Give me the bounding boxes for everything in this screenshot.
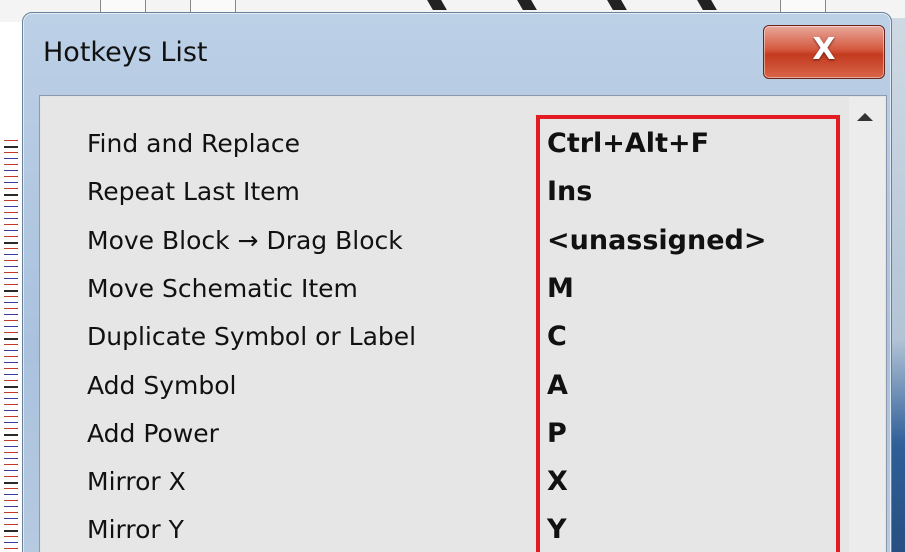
background-tick <box>4 464 18 465</box>
background-tick <box>4 164 18 165</box>
screen: Hotkeys List X Find and Replace Ctrl+Alt+… <box>0 0 905 552</box>
background-schematic-mark <box>607 0 627 10</box>
background-tick <box>4 362 18 363</box>
background-tick <box>4 254 18 255</box>
background-tick <box>4 260 18 261</box>
background-tick <box>4 296 18 297</box>
background-tick <box>4 542 18 543</box>
background-tick <box>4 428 18 429</box>
background-tick <box>4 176 18 177</box>
background-tick <box>4 494 18 495</box>
hotkey-command-label: Mirror X <box>87 467 186 497</box>
background-tick <box>4 470 18 471</box>
background-tick <box>4 218 18 219</box>
background-tick <box>4 152 18 153</box>
background-tick <box>4 230 18 231</box>
key-column-highlight <box>536 115 840 552</box>
background-tick <box>4 512 18 513</box>
background-schematic-edge <box>0 100 22 552</box>
background-tick <box>4 482 18 484</box>
hotkey-command-label: Add Power <box>87 418 219 448</box>
hotkey-command-label: Duplicate Symbol or Label <box>87 322 417 352</box>
background-tick <box>4 314 18 315</box>
background-tick <box>4 386 18 388</box>
hotkey-command-label: Mirror Y <box>87 515 184 545</box>
hotkey-command-label: Find and Replace <box>87 129 301 158</box>
vertical-scrollbar[interactable] <box>849 97 885 552</box>
hotkey-command-label: Move Block → Drag Block <box>87 225 403 255</box>
background-tick <box>4 458 18 459</box>
background-tick <box>4 500 18 501</box>
scroll-up-arrow-icon[interactable] <box>857 113 873 121</box>
background-tick <box>4 308 18 309</box>
background-tick <box>4 506 18 507</box>
hotkeys-dialog: Hotkeys List X Find and Replace Ctrl+Alt+… <box>22 12 892 552</box>
background-tick <box>4 446 18 447</box>
background-tick <box>4 548 18 549</box>
background-tick <box>4 278 18 279</box>
background-schematic-mark <box>697 0 717 10</box>
background-tick <box>4 452 18 453</box>
background-tick <box>4 200 18 201</box>
background-tick <box>4 440 18 441</box>
background-tick <box>4 422 18 423</box>
dialog-title: Hotkeys List <box>43 37 208 68</box>
background-tick <box>4 290 18 292</box>
background-tick <box>4 170 18 171</box>
close-button[interactable]: X <box>763 25 885 79</box>
background-tick <box>4 236 18 237</box>
background-tick <box>4 158 18 159</box>
background-tick <box>4 302 18 303</box>
background-tick <box>4 416 18 417</box>
background-tick <box>4 476 18 477</box>
background-tick <box>4 182 18 183</box>
background-tick <box>4 488 18 489</box>
background-tick <box>4 530 18 532</box>
background-tick <box>4 188 18 189</box>
background-schematic-mark <box>427 0 447 10</box>
dialog-client-area: Find and Replace Ctrl+Alt+F Repeat Last It… <box>39 95 887 552</box>
background-tick <box>4 380 18 381</box>
background-tick <box>4 332 18 333</box>
background-tick <box>4 242 18 244</box>
background-tick <box>4 248 18 249</box>
background-tick <box>4 392 18 393</box>
hotkey-command-label: Move Schematic Item <box>87 273 358 303</box>
background-tick <box>4 518 18 519</box>
background-tick <box>4 224 18 225</box>
background-tick <box>4 320 18 321</box>
background-tick <box>4 350 18 351</box>
background-tick <box>4 326 18 327</box>
background-tick <box>4 284 18 285</box>
background-tick <box>4 410 18 411</box>
background-tick <box>4 206 18 207</box>
hotkey-command-label: Add Symbol <box>87 370 237 400</box>
background-tick <box>4 536 18 537</box>
background-tick <box>4 338 18 340</box>
background-tick <box>4 146 18 148</box>
background-tick <box>4 404 18 405</box>
background-tick <box>4 524 18 525</box>
close-icon: X <box>812 32 836 67</box>
background-tick <box>4 434 18 436</box>
background-tick <box>4 344 18 345</box>
background-schematic-mark <box>517 0 537 10</box>
background-tick <box>4 368 18 369</box>
background-tick <box>4 194 18 196</box>
background-tick <box>4 212 18 213</box>
background-tick <box>4 140 18 141</box>
background-tick <box>4 374 18 375</box>
background-tick <box>4 272 18 273</box>
hotkey-command-label: Repeat Last Item <box>87 177 300 207</box>
background-tick <box>4 356 18 357</box>
background-tick <box>4 266 18 267</box>
background-tick <box>4 398 18 399</box>
